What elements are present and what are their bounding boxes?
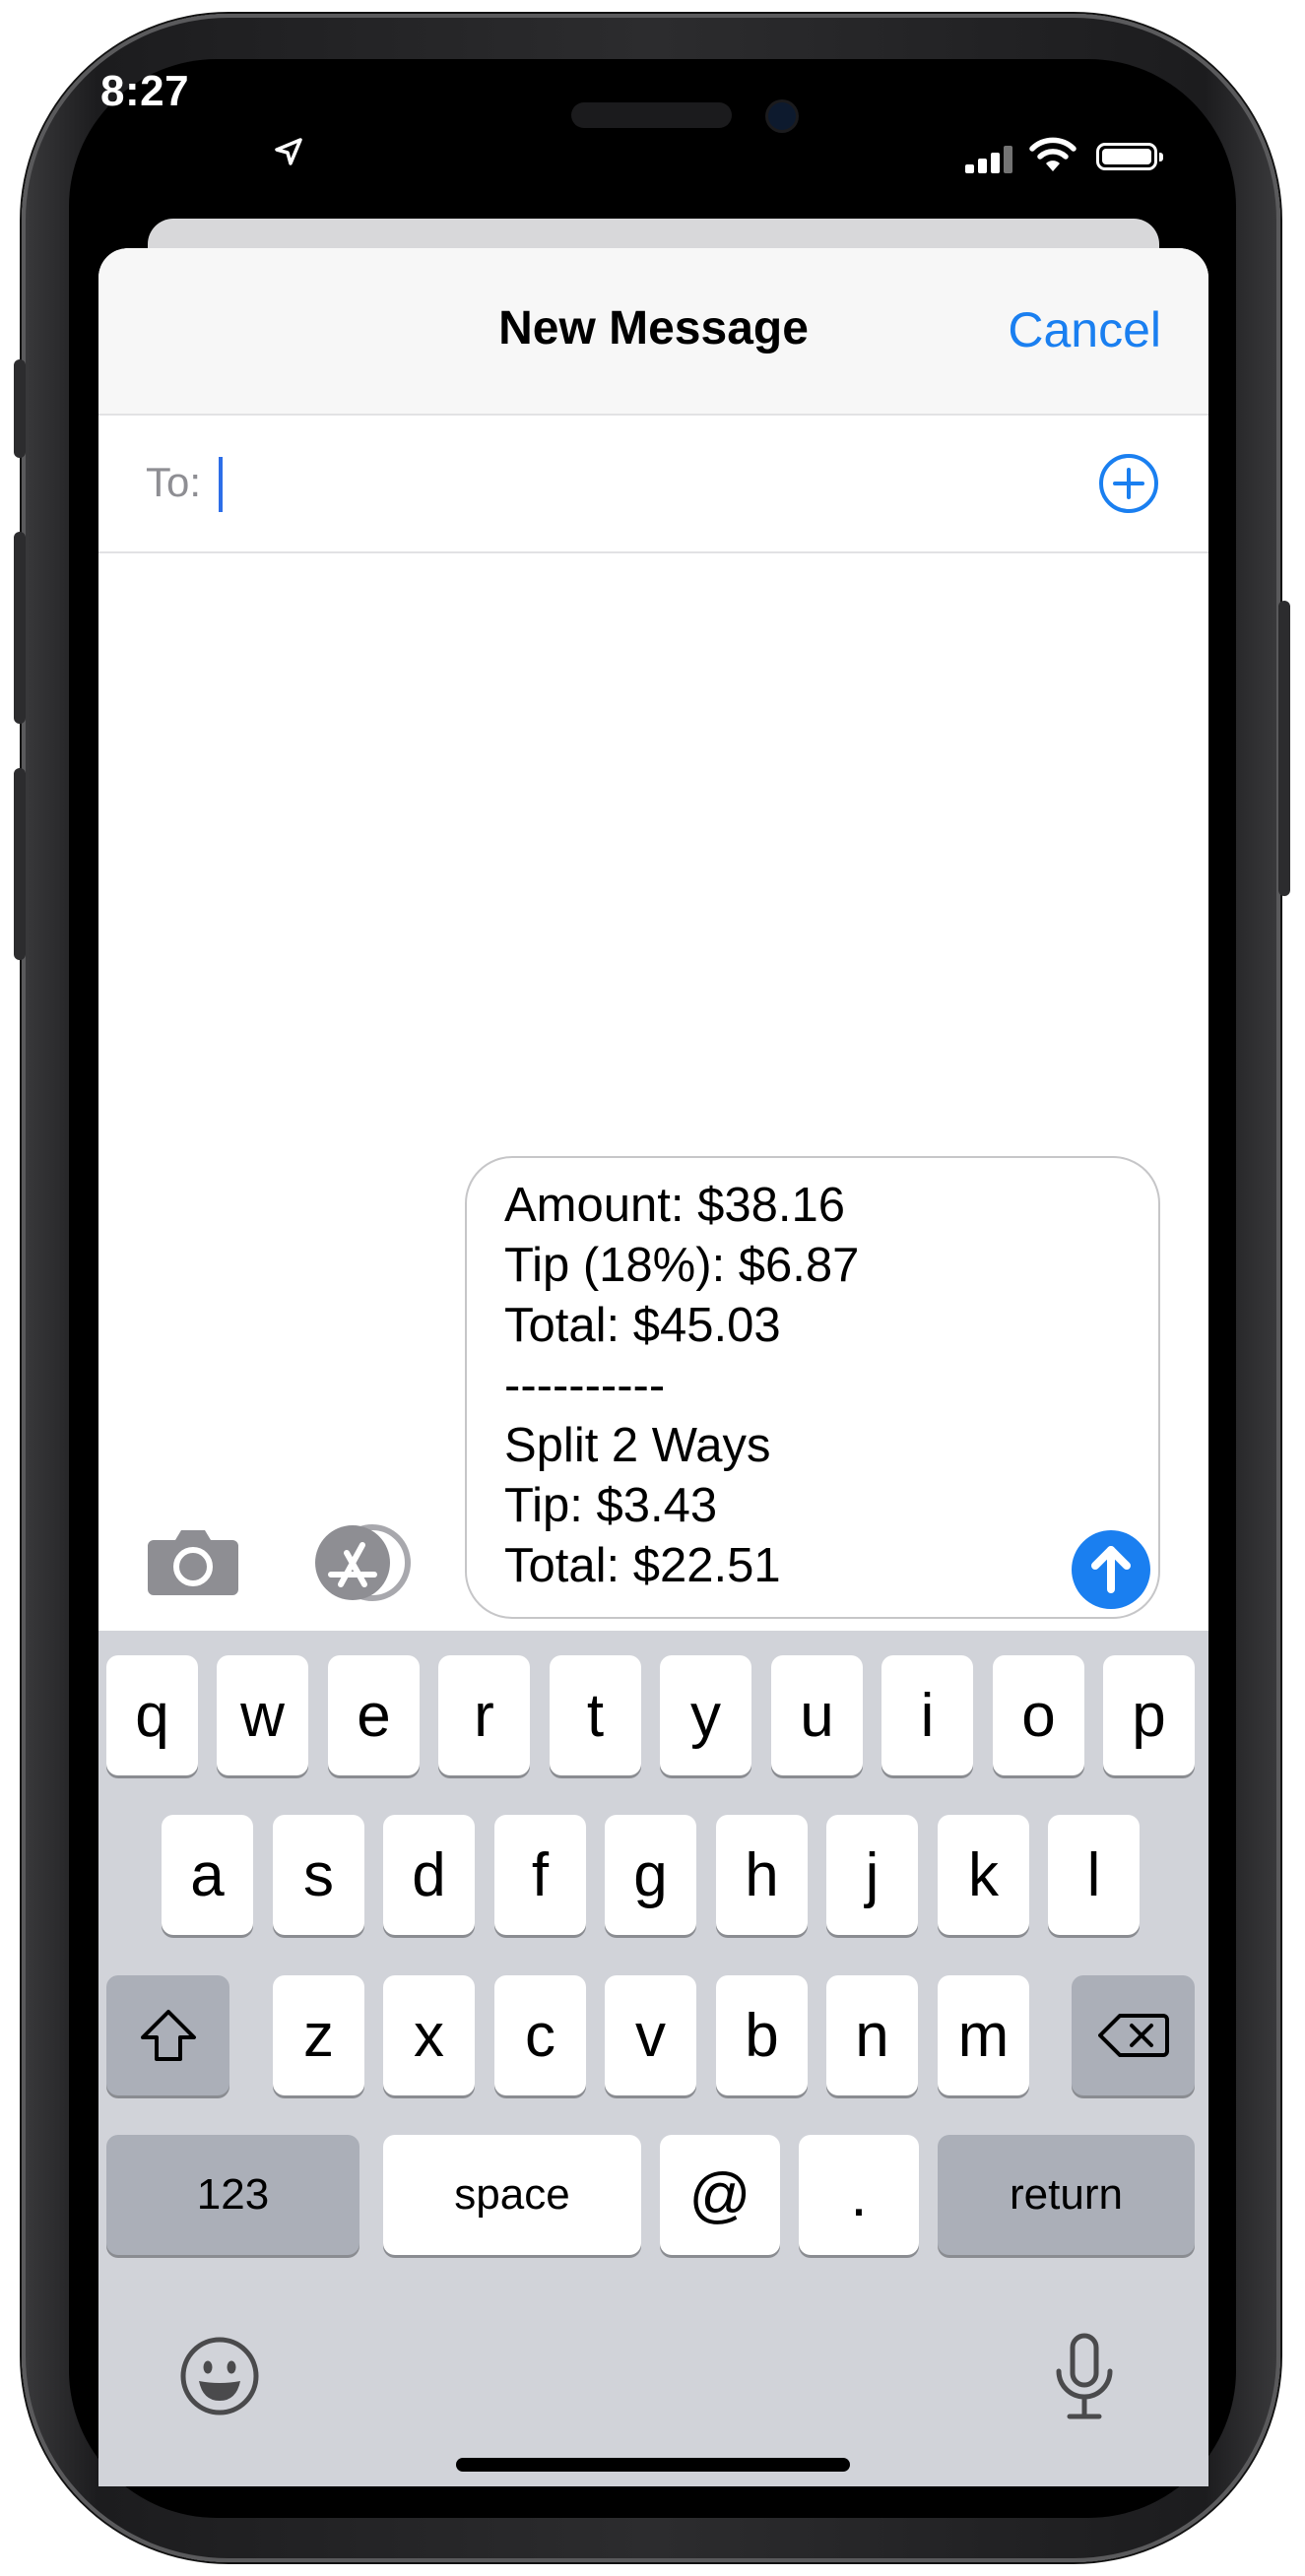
return-key[interactable]: return [938, 2135, 1195, 2255]
key-q[interactable]: q [106, 1655, 198, 1775]
key-d[interactable]: d [383, 1815, 475, 1935]
numbers-key[interactable]: 123 [106, 2135, 359, 2255]
shift-icon [140, 2010, 196, 2061]
shift-key[interactable] [106, 1975, 229, 2095]
message-line: Split 2 Ways [504, 1419, 771, 1472]
at-key[interactable]: @ [660, 2135, 780, 2255]
recipient-field[interactable]: To: [98, 416, 1208, 553]
keyboard: q w e r t y u i o p a s d f g h j k l z … [98, 1631, 1208, 2486]
key-g[interactable]: g [605, 1815, 696, 1935]
key-j[interactable]: j [826, 1815, 918, 1935]
emoji-icon[interactable] [179, 2336, 260, 2416]
key-s[interactable]: s [273, 1815, 364, 1935]
key-n[interactable]: n [826, 1975, 918, 2095]
wifi-icon [1029, 137, 1077, 171]
key-a[interactable]: a [162, 1815, 253, 1935]
key-v[interactable]: v [605, 1975, 696, 2095]
status-time: 8:27 [100, 67, 190, 115]
message-text: Amount: $38.16 Tip (18%): $6.87 Total: $… [504, 1176, 859, 1596]
battery-icon [1096, 143, 1163, 170]
volume-up-button [14, 532, 26, 724]
space-key[interactable]: space [383, 2135, 641, 2255]
location-arrow-icon [275, 138, 302, 165]
key-p[interactable]: p [1103, 1655, 1195, 1775]
key-l[interactable]: l [1048, 1815, 1140, 1935]
message-line: Total: $45.03 [504, 1299, 781, 1352]
mute-switch [14, 359, 26, 458]
delete-icon [1097, 2014, 1169, 2057]
to-label: To: [146, 459, 202, 505]
key-z[interactable]: z [273, 1975, 364, 2095]
navigation-bar: New Message Cancel [98, 248, 1208, 416]
cancel-button[interactable]: Cancel [1008, 301, 1161, 358]
key-t[interactable]: t [550, 1655, 641, 1775]
text-cursor [219, 457, 223, 512]
key-f[interactable]: f [494, 1815, 586, 1935]
key-o[interactable]: o [993, 1655, 1084, 1775]
power-button [1278, 601, 1290, 896]
period-key[interactable]: . [799, 2135, 919, 2255]
plus-circle-icon[interactable] [1098, 453, 1159, 514]
camera-icon[interactable] [146, 1526, 240, 1597]
microphone-icon[interactable] [1050, 2332, 1119, 2422]
message-line: Total: $22.51 [504, 1539, 781, 1592]
delete-key[interactable] [1072, 1975, 1195, 2095]
arrow-up-icon [1091, 1546, 1131, 1593]
message-line: ---------- [504, 1359, 666, 1412]
key-h[interactable]: h [716, 1815, 808, 1935]
key-m[interactable]: m [938, 1975, 1029, 2095]
key-x[interactable]: x [383, 1975, 475, 2095]
message-input[interactable]: Amount: $38.16 Tip (18%): $6.87 Total: $… [465, 1156, 1160, 1619]
key-w[interactable]: w [217, 1655, 308, 1775]
home-indicator [456, 2458, 850, 2472]
front-camera [768, 102, 796, 130]
new-message-sheet: New Message Cancel To: Amount: $38.16 Ti… [98, 248, 1208, 2486]
message-line: Tip: $3.43 [504, 1479, 718, 1532]
send-button[interactable] [1072, 1530, 1150, 1609]
key-c[interactable]: c [494, 1975, 586, 2095]
message-line: Amount: $38.16 [504, 1179, 845, 1232]
key-k[interactable]: k [938, 1815, 1029, 1935]
key-b[interactable]: b [716, 1975, 808, 2095]
speaker-grille [571, 102, 732, 128]
key-y[interactable]: y [660, 1655, 751, 1775]
volume-down-button [14, 768, 26, 960]
key-r[interactable]: r [438, 1655, 530, 1775]
key-e[interactable]: e [328, 1655, 420, 1775]
message-line: Tip (18%): $6.87 [504, 1239, 860, 1292]
key-i[interactable]: i [881, 1655, 973, 1775]
key-u[interactable]: u [771, 1655, 863, 1775]
cellular-signal-icon [965, 146, 1012, 173]
app-store-icon[interactable] [303, 1523, 414, 1602]
